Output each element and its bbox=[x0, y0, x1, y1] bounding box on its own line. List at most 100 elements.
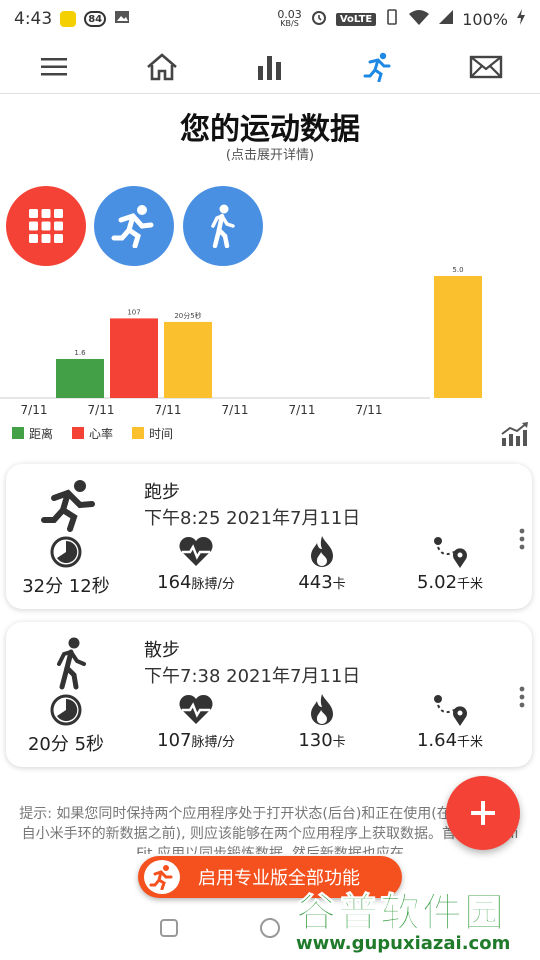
bar-chart-icon bbox=[258, 55, 281, 80]
status-bar: 4:43 84 0.03 KB/S VoLTE 100% bbox=[0, 0, 540, 38]
legend-swatch bbox=[132, 427, 144, 439]
duration-stat: 20分 5秒 bbox=[6, 694, 126, 756]
running-filter-button[interactable] bbox=[94, 186, 174, 266]
tab-home[interactable] bbox=[132, 45, 192, 89]
calories-unit: 卡 bbox=[332, 735, 346, 750]
more-options-button[interactable] bbox=[516, 528, 528, 550]
legend-swatch bbox=[72, 427, 84, 439]
x-tick-label: 7/11 bbox=[289, 403, 316, 417]
tab-activity[interactable] bbox=[348, 45, 408, 89]
bar-时间[interactable] bbox=[164, 321, 212, 398]
activity-title: 散步 bbox=[144, 640, 180, 661]
walking-icon bbox=[211, 204, 235, 248]
bar-时间[interactable] bbox=[434, 276, 482, 398]
pro-running-icon bbox=[144, 860, 180, 894]
distance-value: 1.64 bbox=[416, 730, 458, 751]
top-nav bbox=[0, 40, 540, 94]
menu-button[interactable] bbox=[24, 45, 84, 89]
heart-rate-stat: 164脉搏/分 bbox=[136, 536, 256, 593]
all-activities-button[interactable] bbox=[6, 186, 86, 266]
calories-value: 443 bbox=[298, 572, 333, 593]
menu-icon bbox=[41, 57, 67, 75]
bar-value-label: 5.0 bbox=[452, 266, 463, 274]
watermark-url: www.gupuxiazai.com bbox=[296, 933, 511, 954]
running-icon bbox=[111, 205, 154, 248]
distance-value: 5.02 bbox=[416, 572, 458, 593]
timer-icon bbox=[50, 536, 82, 568]
recents-icon bbox=[160, 919, 178, 937]
unlock-pro-label: 启用专业版全部功能 bbox=[198, 868, 360, 889]
tab-messages[interactable] bbox=[456, 45, 516, 89]
heart-rate-icon bbox=[179, 694, 213, 724]
home-circle-icon bbox=[260, 918, 280, 938]
running-icon bbox=[40, 478, 100, 532]
legend-label: 时间 bbox=[149, 427, 173, 441]
heart-rate-stat: 107脉搏/分 bbox=[136, 694, 256, 751]
duration-stat: 32分 12秒 bbox=[6, 536, 126, 598]
add-activity-button[interactable] bbox=[446, 776, 520, 850]
route-icon bbox=[434, 695, 467, 726]
bar-心率[interactable] bbox=[110, 318, 158, 398]
distance-unit: 千米 bbox=[457, 577, 484, 592]
legend-label: 距离 bbox=[29, 426, 53, 441]
plus-icon bbox=[471, 801, 495, 825]
heart-rate-value: 164 bbox=[157, 572, 192, 593]
notification-badge: 84 bbox=[84, 11, 107, 27]
legend-swatch bbox=[12, 427, 24, 439]
net-speed: 0.03 KB/S bbox=[277, 8, 302, 28]
x-tick-label: 7/11 bbox=[356, 403, 383, 417]
site-watermark: 谷普软件园 www.gupuxiazai.com bbox=[296, 892, 536, 956]
walking-icon bbox=[40, 636, 100, 690]
page-title: 您的运动数据 bbox=[180, 112, 360, 147]
wifi-icon bbox=[408, 9, 430, 29]
trend-icon[interactable] bbox=[500, 422, 530, 446]
distance-stat: 5.02千米 bbox=[390, 536, 510, 593]
home-system-button[interactable] bbox=[259, 917, 281, 943]
vibrate-icon bbox=[384, 8, 400, 30]
duration-value: 20分 5秒 bbox=[27, 734, 105, 755]
calories-stat: 443卡 bbox=[262, 536, 382, 593]
signal-icon bbox=[438, 9, 454, 29]
heart-rate-value: 107 bbox=[157, 730, 192, 751]
status-time: 4:43 bbox=[14, 9, 53, 29]
flame-icon bbox=[311, 694, 333, 725]
calories-unit: 卡 bbox=[332, 577, 346, 592]
more-vert-icon bbox=[519, 528, 525, 550]
x-tick-label: 7/11 bbox=[21, 403, 48, 417]
activity-card-walking[interactable]: 散步 下午7:38 2021年7月11日 20分 5秒 107脉搏/分 130卡… bbox=[6, 622, 532, 767]
distance-unit: 千米 bbox=[457, 735, 484, 750]
battery-level: 100% bbox=[462, 9, 508, 29]
heart-rate-unit: 脉搏/分 bbox=[191, 577, 235, 592]
image-notification-icon bbox=[114, 9, 130, 30]
bar-value-label: 20分5秒 bbox=[174, 311, 201, 320]
activity-datetime: 下午7:38 2021年7月11日 bbox=[144, 666, 361, 687]
home-icon bbox=[147, 52, 177, 80]
calories-value: 130 bbox=[298, 730, 333, 751]
page-subtitle[interactable]: (点击展开详情) bbox=[0, 144, 540, 163]
activity-chart[interactable]: 1.6107 20分5秒5.0 7/11 7/11 7/11 7/11 7/11 7/11 … bbox=[0, 260, 540, 460]
volte-badge: VoLTE bbox=[335, 12, 377, 26]
recents-button[interactable] bbox=[159, 918, 179, 942]
bar-距离[interactable] bbox=[56, 358, 104, 398]
route-icon bbox=[434, 537, 467, 568]
alarm-icon bbox=[310, 8, 328, 30]
x-tick-label: 7/11 bbox=[88, 403, 115, 417]
activity-datetime: 下午8:25 2021年7月11日 bbox=[144, 508, 361, 529]
calories-stat: 130卡 bbox=[262, 694, 382, 751]
heart-rate-icon bbox=[179, 536, 213, 566]
bar-value-label: 1.6 bbox=[74, 349, 86, 357]
notification-app-icon bbox=[60, 11, 77, 27]
bar-value-label: 107 bbox=[127, 308, 140, 316]
x-tick-label: 7/11 bbox=[155, 403, 182, 417]
x-tick-label: 7/11 bbox=[222, 403, 249, 417]
mail-icon bbox=[469, 55, 503, 78]
heart-rate-unit: 脉搏/分 bbox=[191, 735, 235, 750]
tab-stats[interactable] bbox=[240, 45, 300, 89]
activity-card-running[interactable]: 跑步 下午8:25 2021年7月11日 32分 12秒 164脉搏/分 443… bbox=[6, 464, 532, 609]
running-icon bbox=[363, 52, 391, 82]
distance-stat: 1.64千米 bbox=[390, 694, 510, 751]
more-vert-icon bbox=[519, 686, 525, 708]
more-options-button[interactable] bbox=[516, 686, 528, 708]
walking-filter-button[interactable] bbox=[183, 186, 263, 266]
charging-icon bbox=[516, 9, 526, 29]
